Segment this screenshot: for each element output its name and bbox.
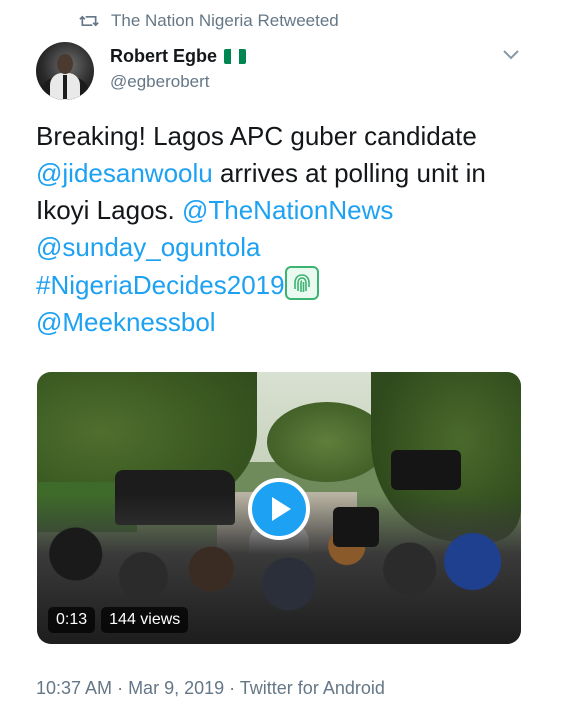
author-handle[interactable]: @egberobert (110, 72, 210, 92)
meta-separator: · (224, 678, 240, 698)
tweet-source[interactable]: Twitter for Android (240, 678, 385, 698)
retweet-indicator[interactable]: The Nation Nigeria Retweeted (79, 9, 339, 33)
tweet-date[interactable]: Mar 9, 2019 (128, 678, 224, 698)
fingerprint-icon (284, 266, 319, 300)
nigeria-flag-icon (224, 49, 246, 64)
play-icon (272, 497, 291, 521)
mention-link-thenationnews[interactable]: @TheNationNews (182, 195, 393, 225)
tweet-text: Breaking! Lagos APC guber candidate @jid… (36, 118, 536, 341)
avatar[interactable] (36, 42, 94, 100)
mention-link-meeknessbol[interactable]: @Meeknessbol (36, 307, 216, 337)
mention-link-sunday-oguntola[interactable]: @sunday_oguntola (36, 232, 260, 262)
tweet-text-segment: Breaking! Lagos APC guber candidate (36, 121, 477, 151)
author-display-name[interactable]: Robert Egbe (110, 46, 217, 67)
meta-separator: · (112, 678, 129, 698)
video-duration: 0:13 (48, 607, 96, 633)
tweet-time[interactable]: 10:37 AM (36, 678, 112, 698)
chevron-down-icon[interactable] (502, 48, 520, 62)
mention-link-jidesanwoolu[interactable]: @jidesanwoolu (36, 158, 213, 188)
tweet-meta: 10:37 AM · Mar 9, 2019 · Twitter for And… (36, 678, 385, 699)
retweet-label: The Nation Nigeria Retweeted (111, 11, 339, 30)
video-player[interactable]: 0:13 144 views (37, 372, 521, 644)
play-button[interactable] (248, 478, 310, 540)
retweet-icon (79, 15, 99, 27)
hashtag-link-nigeriadecides2019[interactable]: #NigeriaDecides2019 (36, 270, 285, 300)
video-views: 144 views (101, 607, 189, 633)
author-name-row[interactable]: Robert Egbe (110, 46, 246, 67)
